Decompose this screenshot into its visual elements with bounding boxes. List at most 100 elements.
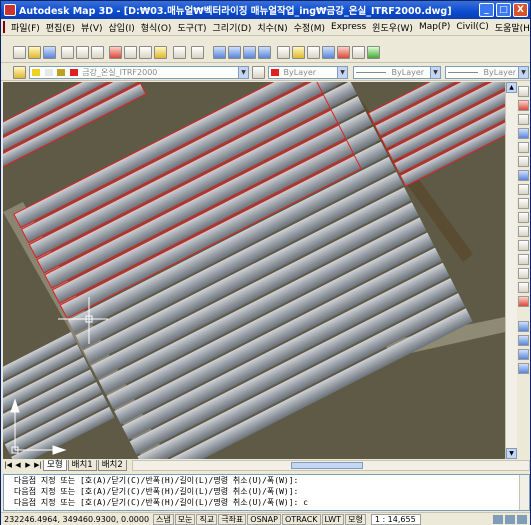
help-icon[interactable]: [367, 46, 380, 59]
open-file-icon[interactable]: [28, 46, 41, 59]
array-icon[interactable]: [518, 363, 529, 374]
revision-cloud-icon[interactable]: [518, 184, 529, 195]
title-bar[interactable]: Autodesk Map 3D - [D:₩03.매뉴얼₩벡터라이징 매뉴얼작업…: [1, 1, 530, 19]
tab-layout1[interactable]: 배치1: [67, 459, 97, 471]
menu-edit[interactable]: 편집(E): [43, 21, 78, 34]
horizontal-scrollbar[interactable]: [131, 459, 530, 471]
calculator-icon[interactable]: [352, 46, 365, 59]
vertical-scrollbar[interactable]: ▲ ▼: [505, 82, 517, 459]
polyline-tool-icon[interactable]: [518, 114, 529, 125]
menu-format[interactable]: 형식(O): [138, 21, 175, 34]
rectangle-tool-icon[interactable]: [518, 142, 529, 153]
command-prompt-line[interactable]: 다음점 지정 또는 [호(A)/닫기(C)/반폭(H)/길이(L)/명령 취소(…: [4, 497, 529, 508]
print-icon[interactable]: [61, 46, 74, 59]
undo-icon[interactable]: [173, 46, 186, 59]
menu-dimension[interactable]: 치수(N): [254, 21, 290, 34]
spline-tool-icon[interactable]: [518, 198, 529, 209]
lwt-toggle[interactable]: LWT: [321, 513, 345, 525]
markup-icon[interactable]: [337, 46, 350, 59]
minimize-button[interactable]: _: [479, 3, 494, 17]
make-current-layer-icon[interactable]: [252, 66, 265, 79]
cut-icon[interactable]: [109, 46, 122, 59]
copy-icon[interactable]: [124, 46, 137, 59]
command-window[interactable]: 다음점 지정 또는 [호(A)/닫기(C)/반폭(H)/길이(L)/명령 취소(…: [3, 474, 530, 511]
menu-window[interactable]: 윈도우(W): [369, 21, 416, 34]
menu-civil[interactable]: Civil(C): [453, 22, 491, 32]
design-center-icon[interactable]: [292, 46, 305, 59]
map-scale[interactable]: 1 : 14,655: [370, 513, 421, 525]
osnap-toggle[interactable]: OSNAP: [247, 513, 281, 525]
pan-icon[interactable]: [213, 46, 226, 59]
new-file-icon[interactable]: [13, 46, 26, 59]
linetype-dropdown[interactable]: ByLayer ▼: [353, 66, 441, 79]
model-toggle[interactable]: 모형: [345, 513, 366, 525]
next-tab-icon[interactable]: ▶: [23, 460, 33, 470]
menu-view[interactable]: 뷰(V): [78, 21, 105, 34]
snap-toggle[interactable]: 스냅: [153, 513, 174, 525]
prev-tab-icon[interactable]: ◀: [13, 460, 23, 470]
menu-draw[interactable]: 그리기(D): [210, 21, 255, 34]
print-preview-icon[interactable]: [76, 46, 89, 59]
region-tool-icon[interactable]: [518, 296, 529, 307]
ellipse-tool-icon[interactable]: [518, 212, 529, 223]
polar-toggle[interactable]: 극좌표: [218, 513, 247, 525]
communication-icon[interactable]: [505, 514, 515, 524]
chevron-down-icon[interactable]: ▼: [238, 67, 248, 78]
match-properties-icon[interactable]: [154, 46, 167, 59]
menu-tools[interactable]: 도구(T): [174, 21, 209, 34]
offset-icon[interactable]: [518, 349, 529, 360]
arc-tool-icon[interactable]: [518, 156, 529, 167]
grid-toggle[interactable]: 모눈: [174, 513, 196, 525]
first-tab-icon[interactable]: |◀: [3, 460, 13, 470]
tab-layout2[interactable]: 배치2: [97, 459, 127, 471]
insert-block-icon[interactable]: [518, 240, 529, 251]
lineweight-dropdown[interactable]: ByLayer ▼: [445, 66, 529, 79]
properties-icon[interactable]: [277, 46, 290, 59]
polygon-tool-icon[interactable]: [518, 128, 529, 139]
layer-manager-icon[interactable]: [13, 66, 26, 79]
save-icon[interactable]: [43, 46, 56, 59]
menu-map[interactable]: Map(P): [416, 22, 453, 32]
color-dropdown[interactable]: ByLayer ▼: [268, 66, 348, 79]
clean-screen-icon[interactable]: [517, 514, 527, 524]
menu-insert[interactable]: 삽입(I): [106, 21, 138, 34]
construction-line-icon[interactable]: [518, 100, 529, 111]
tool-palettes-icon[interactable]: [307, 46, 320, 59]
maximize-button[interactable]: □: [496, 3, 511, 17]
scroll-up-icon[interactable]: ▲: [506, 82, 517, 93]
command-scrollbar[interactable]: [519, 475, 529, 510]
close-button[interactable]: X: [513, 3, 528, 17]
coordinate-readout[interactable]: 232246.4964, 349460.9300, 0.0000: [1, 515, 153, 524]
menu-express[interactable]: Express: [328, 22, 369, 32]
tab-model[interactable]: 모형: [43, 459, 67, 471]
last-tab-icon[interactable]: ▶|: [33, 460, 43, 470]
line-tool-icon[interactable]: [518, 86, 529, 97]
document-icon[interactable]: [3, 21, 5, 33]
copy-object-icon[interactable]: [518, 321, 529, 332]
lock-icon[interactable]: [493, 514, 503, 524]
chevron-down-icon[interactable]: ▼: [430, 67, 440, 78]
zoom-realtime-icon[interactable]: [228, 46, 241, 59]
hatch-tool-icon[interactable]: [518, 282, 529, 293]
zoom-window-icon[interactable]: [243, 46, 256, 59]
ortho-toggle[interactable]: 직교: [196, 513, 218, 525]
chevron-down-icon[interactable]: ▼: [518, 67, 528, 78]
make-block-icon[interactable]: [518, 254, 529, 265]
layer-dropdown[interactable]: 금강_온실_ITRF2000 ▼: [29, 66, 249, 79]
sheet-set-icon[interactable]: [322, 46, 335, 59]
redo-icon[interactable]: [191, 46, 204, 59]
scroll-thumb[interactable]: [291, 461, 363, 469]
circle-tool-icon[interactable]: [518, 170, 529, 181]
mirror-icon[interactable]: [518, 335, 529, 346]
scroll-down-icon[interactable]: ▼: [506, 448, 517, 459]
aerial-image-canvas[interactable]: [3, 82, 505, 459]
zoom-previous-icon[interactable]: [258, 46, 271, 59]
menu-modify[interactable]: 수정(M): [291, 21, 328, 34]
menu-file[interactable]: 파일(F): [8, 21, 43, 34]
ellipse-arc-icon[interactable]: [518, 226, 529, 237]
menu-help[interactable]: 도움말(H): [492, 21, 531, 34]
otrack-toggle[interactable]: OTRACK: [281, 513, 321, 525]
drawing-canvas[interactable]: [3, 82, 505, 459]
paste-icon[interactable]: [139, 46, 152, 59]
autocad-app-icon[interactable]: [4, 4, 16, 16]
